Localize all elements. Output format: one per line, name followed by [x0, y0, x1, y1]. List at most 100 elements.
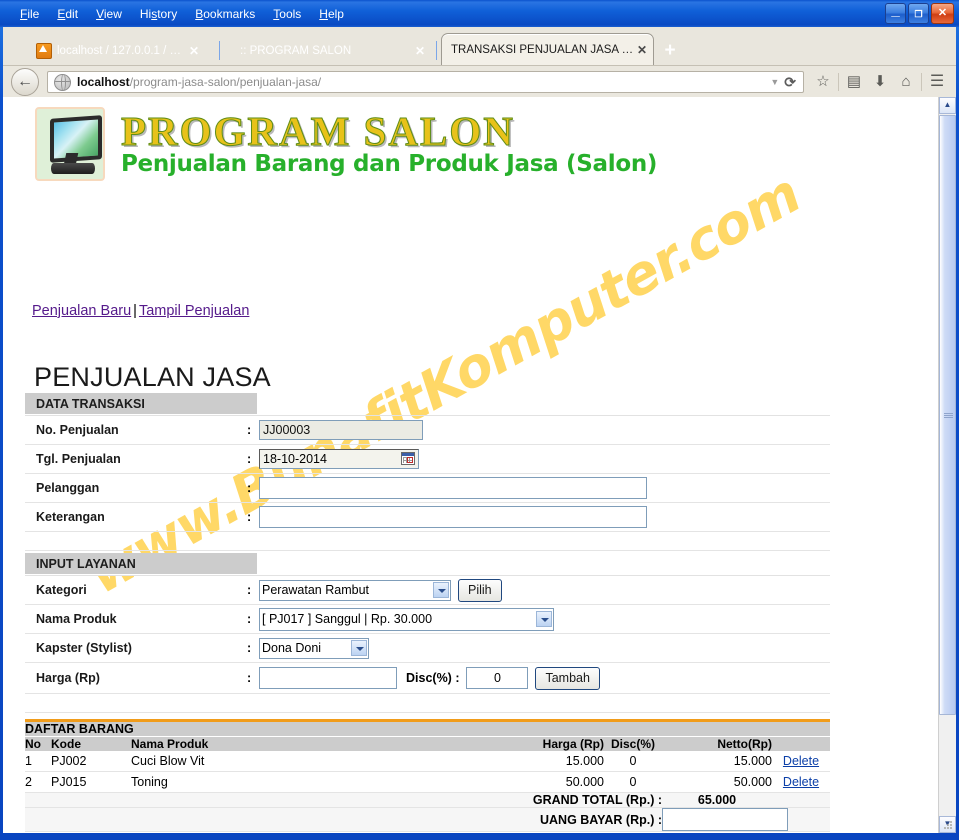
colon: : — [247, 612, 252, 626]
disc-input[interactable] — [466, 667, 529, 689]
spacer-cell — [772, 792, 830, 808]
label-pelanggan: Pelanggan — [36, 481, 100, 495]
keterangan-input[interactable] — [259, 506, 647, 528]
tab-close-icon[interactable]: ✕ — [415, 44, 425, 58]
new-tab-button[interactable]: + — [661, 41, 679, 61]
control-no-penjualan — [259, 420, 423, 440]
pelanggan-input[interactable] — [259, 477, 647, 499]
field-row-harga: Harga (Rp) : Disc(%) : Tambah — [25, 663, 830, 694]
section-spacer — [25, 532, 830, 551]
menu-help[interactable]: Help — [310, 5, 353, 23]
nav-link-tampil-penjualan[interactable]: Tampil Penjualan — [139, 303, 249, 319]
harga-input[interactable] — [259, 667, 397, 689]
tab-close-icon[interactable]: ✕ — [189, 44, 199, 58]
menu-file[interactable]: FFileile — [11, 5, 48, 23]
close-icon: ✕ — [937, 7, 948, 19]
col-netto: Netto(Rp) — [662, 736, 772, 751]
control-nama-produk: [ PJ017 ] Sanggul | Rp. 30.000 — [259, 607, 554, 631]
tab-close-icon[interactable]: ✕ — [637, 43, 647, 57]
section-heading-daftar-barang: DAFTAR BARANG — [25, 722, 830, 737]
nav-link-penjualan-baru[interactable]: Penjualan Baru — [32, 303, 131, 319]
kapster-select-wrap: Dona Doni — [259, 637, 369, 659]
field-row-nama-produk: Nama Produk : [ PJ017 ] Sanggul | Rp. 30… — [25, 605, 830, 634]
tab-strip: localhost / 127.0.0.1 / progra... ✕ :: P… — [3, 27, 956, 65]
minimize-button[interactable]: _ — [885, 3, 906, 24]
col-action — [772, 736, 830, 751]
address-bar[interactable]: localhost/program-jasa-salon/penjualan-j… — [47, 71, 804, 93]
url-path: /program-jasa-salon/penjualan-jasa/ — [129, 75, 322, 89]
close-button[interactable]: ✕ — [931, 3, 954, 24]
menu-view[interactable]: View — [87, 5, 131, 23]
reload-icon[interactable]: ⟳ — [784, 74, 799, 91]
cell-disc: 0 — [604, 771, 662, 793]
menu-edit[interactable]: Edit — [48, 5, 87, 23]
cell-kode: PJ015 — [51, 771, 131, 793]
calendar-icon[interactable] — [401, 452, 415, 465]
field-row-keterangan: Keterangan : — [25, 503, 830, 532]
field-row-tgl-penjualan: Tgl. Penjualan : — [25, 445, 830, 474]
tambah-button[interactable]: Tambah — [535, 666, 600, 690]
downloads-icon[interactable]: ⬇ — [867, 70, 893, 94]
col-no: No — [25, 736, 51, 751]
section-data-transaksi: DATA TRANSAKSI No. Penjualan : Tgl. Penj… — [25, 393, 830, 551]
cell-no: 1 — [25, 751, 51, 772]
maximize-button[interactable]: ❐ — [908, 3, 929, 24]
reading-list-icon[interactable]: ▤ — [841, 70, 867, 94]
scrollbar-grip — [944, 413, 953, 419]
label-uang-bayar: UANG BAYAR (Rp.) : — [25, 807, 662, 832]
label-no-penjualan: No. Penjualan — [36, 423, 119, 437]
cell-harga: 50.000 — [518, 771, 604, 793]
delete-link[interactable]: Delete — [783, 754, 819, 768]
cell-action: Delete — [772, 751, 830, 772]
scrollbar-thumb[interactable] — [939, 115, 956, 715]
back-button[interactable]: ← — [11, 68, 39, 96]
cell-kode: PJ002 — [51, 751, 131, 772]
menu-bookmarks[interactable]: Bookmarks — [186, 5, 264, 23]
control-kapster: Dona Doni — [259, 637, 369, 659]
bookmark-star-icon[interactable]: ☆ — [810, 70, 836, 94]
hamburger-menu-icon[interactable]: ☰ — [924, 70, 950, 94]
menu-history[interactable]: History — [131, 5, 186, 23]
tab-phpmyadmin[interactable]: localhost / 127.0.0.1 / progra... ✕ — [27, 36, 205, 65]
home-icon[interactable]: ⌂ — [893, 70, 919, 94]
pilih-button[interactable]: Pilih — [458, 578, 502, 602]
colon: : — [247, 510, 252, 524]
scroll-up-button[interactable]: ▲ — [939, 97, 956, 114]
chevron-down-icon[interactable]: ▼ — [765, 77, 784, 87]
control-tgl-penjualan — [259, 449, 419, 469]
cell-harga: 15.000 — [518, 751, 604, 772]
phpmyadmin-icon — [36, 42, 52, 59]
site-logo-text: PROGRAM SALON Penjualan Barang dan Produ… — [120, 109, 657, 178]
tab-transaksi-penjualan-jasa[interactable]: TRANSAKSI PENJUALAN JASA - P... ✕ — [441, 33, 654, 65]
section-spacer — [25, 694, 830, 713]
no-penjualan-input[interactable] — [259, 420, 423, 440]
cell-disc: 0 — [604, 751, 662, 772]
navigation-toolbar: ← localhost/program-jasa-salon/penjualan… — [3, 65, 956, 98]
control-keterangan — [259, 506, 647, 528]
field-row-no-penjualan: No. Penjualan : — [25, 416, 830, 445]
colon: : — [247, 452, 252, 466]
cell-no: 2 — [25, 771, 51, 793]
label-kategori: Kategori — [36, 583, 87, 597]
table-header-row: No Kode Nama Produk Harga (Rp) Disc(%) N… — [25, 736, 830, 751]
label-grand-total: GRAND TOTAL (Rp.) : — [25, 792, 662, 808]
col-disc: Disc(%) — [604, 736, 662, 751]
tab-program-salon[interactable]: :: PROGRAM SALON ✕ — [231, 36, 431, 65]
kapster-select[interactable]: Dona Doni — [259, 637, 369, 659]
kategori-select-wrap: Perawatan Rambut — [259, 579, 451, 601]
vertical-scrollbar[interactable]: ▲ ▼ — [938, 97, 956, 833]
toolbar-separator — [838, 73, 839, 91]
control-uang-bayar — [662, 807, 830, 832]
uang-bayar-input[interactable] — [662, 808, 788, 831]
delete-link[interactable]: Delete — [783, 775, 819, 789]
section-heading-data-transaksi: DATA TRANSAKSI — [25, 393, 257, 415]
tgl-penjualan-input[interactable] — [259, 449, 419, 469]
site-header: PROGRAM SALON Penjualan Barang dan Produ… — [35, 107, 657, 181]
resize-grip[interactable] — [943, 820, 954, 831]
control-harga: Disc(%) : Tambah — [259, 666, 600, 690]
menu-tools[interactable]: Tools — [264, 5, 310, 23]
tab-label: TRANSAKSI PENJUALAN JASA - P... — [451, 43, 637, 56]
colon: : — [247, 423, 252, 437]
kategori-select[interactable]: Perawatan Rambut — [259, 579, 451, 601]
nama-produk-select[interactable]: [ PJ017 ] Sanggul | Rp. 30.000 — [259, 607, 554, 631]
